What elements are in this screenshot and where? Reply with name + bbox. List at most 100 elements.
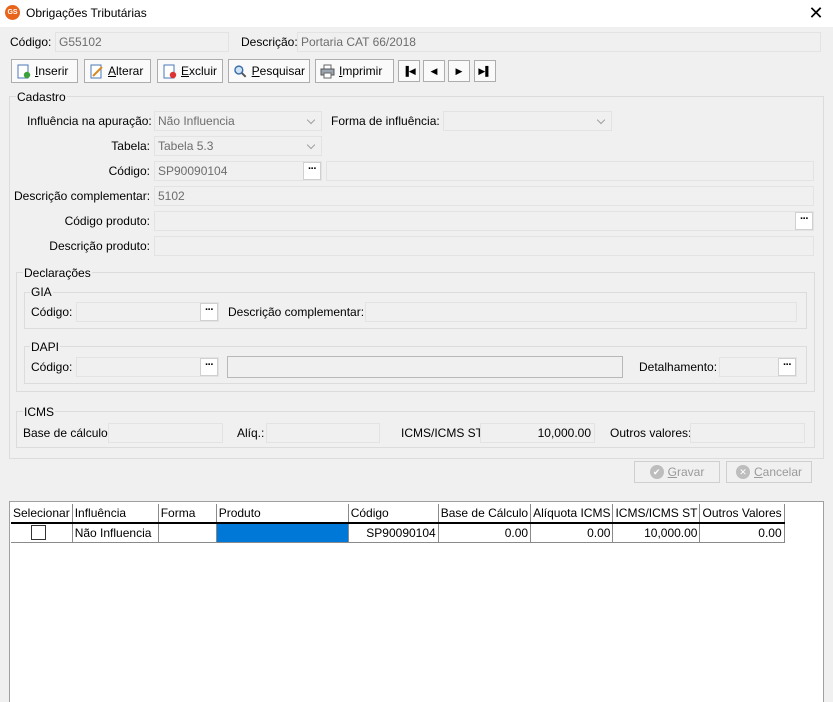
descricao-header-label: Descrição: [241, 35, 298, 49]
influencia-label: Influência na apuração: [27, 114, 152, 128]
base-calculo-label: Base de cálculo: [23, 426, 112, 440]
desc-comp-field[interactable]: 5102 [154, 186, 814, 206]
pesquisar-button[interactable]: Pesquisar [228, 59, 310, 83]
icms-st-cell[interactable]: 10,000.00 [612, 523, 701, 543]
codigo-lookup-button[interactable]: ··· [303, 162, 321, 180]
window-title: Obrigações Tributárias [26, 6, 147, 20]
outros-valores-label: Outros valores: [610, 426, 692, 440]
inserir-button[interactable]: Inserir [11, 59, 78, 83]
icms-st-field[interactable]: 10,000.00 [480, 423, 595, 443]
gravar-label: Gravar [667, 465, 705, 479]
outros-valores-cell[interactable]: 0.00 [699, 523, 785, 543]
forma-cell[interactable] [158, 523, 217, 543]
next-record-icon: ▶ [455, 66, 463, 76]
col-header-influencia[interactable]: Influência [72, 504, 159, 524]
codigo-descricao-field[interactable] [326, 161, 814, 181]
tabela-label: Tabela: [111, 139, 150, 153]
last-record-button[interactable]: ▶▌ [474, 60, 496, 82]
dapi-descricao-field[interactable] [227, 356, 623, 378]
col-header-base-calculo[interactable]: Base de Cálculo [438, 504, 532, 524]
forma-influencia-label: Forma de influência: [331, 114, 440, 128]
outros-valores-field[interactable] [690, 423, 805, 443]
col-header-aliquota-icms[interactable]: Alíquota ICMS [530, 504, 614, 524]
selecionar-cell[interactable] [11, 523, 73, 543]
gia-codigo-lookup-button[interactable]: ··· [200, 303, 218, 321]
tabela-select[interactable]: Tabela 5.3 [154, 136, 322, 156]
col-header-produto[interactable]: Produto [216, 504, 349, 524]
gia-codigo-field[interactable] [76, 302, 219, 322]
forma-influencia-select[interactable] [443, 111, 612, 131]
col-header-codigo[interactable]: Código [348, 504, 439, 524]
desc-produto-field[interactable] [154, 236, 814, 256]
imprimir-label: Imprimir [339, 64, 383, 78]
check-icon: ✔ [649, 465, 664, 479]
declaracoes-title: Declarações [23, 266, 92, 280]
col-header-selecionar[interactable]: Selecionar [11, 504, 73, 524]
col-header-forma[interactable]: Forma [158, 504, 217, 524]
alterar-button[interactable]: Alterar [84, 59, 151, 83]
detalhamento-label: Detalhamento: [639, 360, 718, 374]
cancelar-button[interactable]: ✕ Cancelar [726, 461, 812, 483]
inserir-label: Inserir [35, 64, 69, 78]
excluir-button[interactable]: Excluir [157, 59, 223, 83]
excluir-label: Excluir [181, 64, 218, 78]
printer-icon [320, 64, 335, 78]
obrigacoes-grid[interactable]: Selecionar Influência Forma Produto Códi… [9, 501, 824, 702]
cod-produto-lookup-button[interactable]: ··· [795, 212, 813, 230]
cod-produto-field[interactable] [154, 211, 814, 231]
app-logo-icon: GS [5, 5, 20, 20]
prev-record-button[interactable]: ◀ [423, 60, 445, 82]
icms-st-label: ICMS/ICMS ST: [401, 426, 486, 440]
gia-codigo-label: Código: [31, 305, 73, 319]
produto-cell[interactable] [216, 523, 349, 543]
gia-desc-label: Descrição complementar: [228, 305, 365, 319]
first-record-icon: ▐◀ [402, 66, 416, 76]
next-record-button[interactable]: ▶ [448, 60, 470, 82]
edit-doc-icon [90, 64, 103, 78]
col-header-outros-valores[interactable]: Outros Valores [699, 504, 785, 524]
table-row[interactable]: Não Influencia SP90090104 0.00 0.00 10,0… [11, 523, 785, 543]
base-calculo-cell[interactable]: 0.00 [438, 523, 532, 543]
descricao-header-field[interactable]: Portaria CAT 66/2018 [297, 32, 821, 52]
pesquisar-label: Pesquisar [251, 64, 305, 78]
codigo-header-field[interactable]: G55102 [55, 32, 229, 52]
icms-title: ICMS [23, 405, 55, 419]
cod-produto-label: Código produto: [64, 214, 150, 228]
influencia-select[interactable]: Não Influencia [154, 111, 322, 131]
delete-doc-icon [163, 64, 177, 78]
cadastro-title: Cadastro [16, 90, 67, 104]
codigo-header-label: Código: [10, 35, 52, 49]
row-select-checkbox[interactable] [31, 525, 46, 541]
first-record-button[interactable]: ▐◀ [398, 60, 420, 82]
detalhamento-lookup-button[interactable]: ··· [778, 358, 796, 376]
gia-desc-field[interactable] [365, 302, 797, 322]
dapi-codigo-field[interactable] [76, 357, 219, 377]
gravar-button[interactable]: ✔ Gravar [634, 461, 720, 483]
codigo-label: Código: [108, 164, 150, 178]
aliq-label: Alíq.: [237, 426, 265, 440]
aliq-field[interactable] [266, 423, 380, 443]
imprimir-button[interactable]: Imprimir [315, 59, 394, 83]
base-calculo-field[interactable] [108, 423, 223, 443]
dapi-codigo-label: Código: [31, 360, 73, 374]
dapi-title: DAPI [30, 340, 61, 354]
aliquota-cell[interactable]: 0.00 [530, 523, 614, 543]
cancelar-label: Cancelar [753, 465, 803, 479]
grid-table: Selecionar Influência Forma Produto Códi… [11, 504, 785, 543]
cancel-icon: ✕ [735, 465, 750, 479]
codigo-cell[interactable]: SP90090104 [348, 523, 439, 543]
alterar-label: Alterar [108, 64, 144, 78]
search-icon [234, 64, 247, 78]
grid-header-row: Selecionar Influência Forma Produto Códi… [11, 504, 785, 524]
close-icon[interactable]: ✕ [804, 2, 828, 24]
desc-produto-label: Descrição produto: [49, 239, 150, 253]
insert-doc-icon [17, 64, 31, 78]
col-header-icms-st[interactable]: ICMS/ICMS ST [612, 504, 701, 524]
last-record-icon: ▶▌ [478, 66, 492, 76]
influencia-cell[interactable]: Não Influencia [72, 523, 159, 543]
gia-title: GIA [30, 285, 53, 299]
codigo-field[interactable]: SP90090104 [154, 161, 322, 181]
dapi-codigo-lookup-button[interactable]: ··· [200, 358, 218, 376]
prev-record-icon: ◀ [430, 66, 438, 76]
desc-comp-label: Descrição complementar: [14, 189, 151, 203]
